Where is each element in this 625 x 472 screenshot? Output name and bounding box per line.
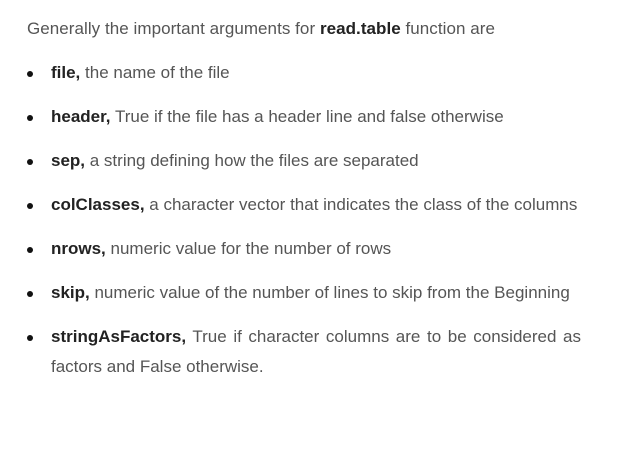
- argument-term: sep,: [51, 151, 86, 170]
- bullet-icon: [27, 291, 33, 297]
- argument-description: a string defining how the files are sepa…: [85, 151, 419, 170]
- argument-term: nrows,: [51, 239, 106, 258]
- argument-description: the name of the file: [80, 63, 230, 82]
- argument-description: a character vector that indicates the cl…: [144, 195, 578, 214]
- list-item-sep: sep, a string defining how the files are…: [27, 146, 581, 176]
- argument-description: numeric value of the number of lines to …: [89, 283, 570, 302]
- list-item-nrows: nrows, numeric value for the number of r…: [27, 234, 581, 264]
- bullet-icon: [27, 159, 33, 165]
- intro-function-name: read.table: [319, 19, 401, 38]
- argument-term: stringAsFactors,: [51, 327, 187, 346]
- argument-term: skip,: [51, 283, 90, 302]
- intro-text-after: function are: [400, 19, 495, 38]
- bullet-icon: [27, 115, 33, 121]
- argument-description: True if the file has a header line and f…: [110, 107, 504, 126]
- list-item-skip: skip, numeric value of the number of lin…: [27, 278, 581, 308]
- list-item-file: file, the name of the file: [27, 58, 581, 88]
- list-item-stringasfactors: stringAsFactors, True if character colum…: [27, 322, 581, 382]
- argument-term: file,: [51, 63, 81, 82]
- argument-list: file, the name of the file header, True …: [27, 58, 581, 382]
- bullet-icon: [27, 71, 33, 77]
- bullet-icon: [27, 247, 33, 253]
- intro-paragraph: Generally the important arguments for re…: [27, 14, 581, 44]
- bullet-icon: [27, 203, 33, 209]
- list-item-header: header, True if the file has a header li…: [27, 102, 581, 132]
- document-body: Generally the important arguments for re…: [0, 0, 625, 472]
- intro-text-before: Generally the important arguments for: [27, 19, 320, 38]
- argument-term: colClasses,: [51, 195, 145, 214]
- argument-description: numeric value for the number of rows: [105, 239, 392, 258]
- list-item-colclasses: colClasses, a character vector that indi…: [27, 190, 581, 220]
- bullet-icon: [27, 335, 33, 341]
- argument-term: header,: [51, 107, 111, 126]
